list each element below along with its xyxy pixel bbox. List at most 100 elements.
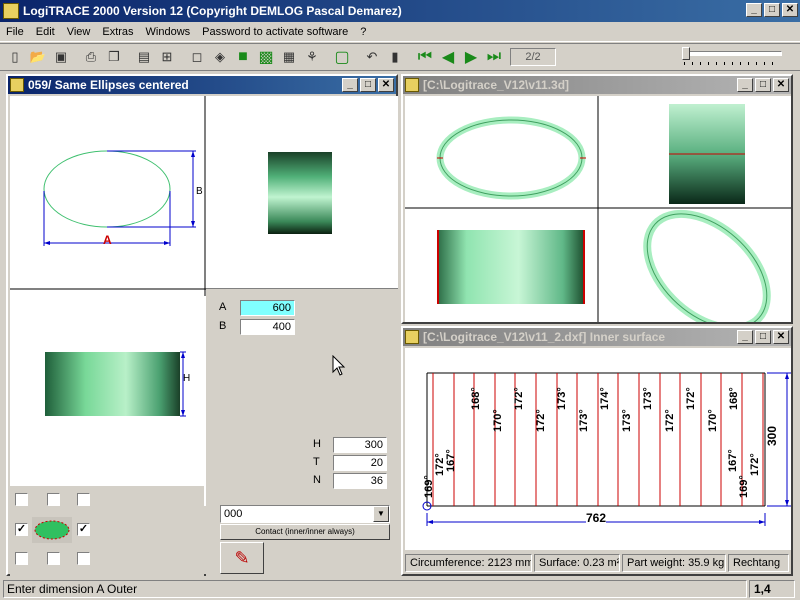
ellipse-outline [43,150,171,228]
close-button[interactable]: ✕ [782,3,798,17]
orientation-panel: ✓ ✓ [10,486,204,576]
info-icon[interactable]: ▮ [384,46,406,68]
dxf-maximize-button[interactable]: □ [755,330,771,344]
menu-view[interactable]: View [61,26,97,38]
checkbox-mid-right[interactable]: ✓ [77,523,90,536]
app-titlebar: LogiTRACE 2000 Version 12 (Copyright DEM… [0,0,800,22]
angle-label: 172° [685,387,697,410]
angle-label: 170° [706,409,719,432]
main-maximize-button[interactable]: □ [360,78,376,92]
zoom-slider[interactable] [682,47,782,67]
angle-label: 173° [556,387,568,410]
3d-view-window: [C:\Logitrace_V12\v11.3d] _ □ ✕ [401,74,793,333]
surface-info: Surface: 0.23 m² [534,554,620,572]
angle-label: 167° [727,449,739,472]
main-drawing-window: 059/ Same Ellipses centered _ □ ✕ A B H … [6,74,398,576]
ellipse-preview-icon [32,517,72,543]
cube-icon[interactable]: ◈ [209,46,231,68]
menu-help[interactable]: ? [354,26,372,38]
label-b: B [219,320,227,332]
dxf-close-button[interactable]: ✕ [773,330,789,344]
label-t: T [313,456,320,468]
main-close-button[interactable]: ✕ [378,78,394,92]
checkbox-mid-left[interactable]: ✓ [15,523,28,536]
dimension-b-input[interactable]: 400 [240,319,295,335]
menu-password[interactable]: Password to activate software [196,26,354,38]
prev-page-icon[interactable]: ◀ [437,46,459,68]
3d-minimize-button[interactable]: _ [737,78,753,92]
main-minimize-button[interactable]: _ [342,78,358,92]
combo-dropdown-icon[interactable]: ▼ [373,506,389,522]
next-page-icon[interactable]: ▶ [460,46,482,68]
solid-cube-icon[interactable]: ▩ [255,46,277,68]
checkbox-bottom-right[interactable] [77,552,90,565]
dxf-window: [C:\Logitrace_V12\v11_2.dxf] Inner surfa… [401,326,793,576]
checkbox-bottom-left[interactable] [15,552,28,565]
status-coords: 1,4 [749,580,795,598]
calculate-icon[interactable]: ✎ [220,542,264,574]
first-page-icon[interactable]: ⏮ [414,46,436,68]
type-combobox[interactable]: 000 ▼ [220,505,390,523]
toolbar: ▯ 📂 ▣ ⎙ ❐ ▤ ⊞ ◻ ◈ ■ ▩ ▦ ⚘ ▢ ↶ ▮ ⏮ ◀ ▶ ⏭ … [0,43,800,71]
window-icon [405,78,419,92]
new-file-icon[interactable]: ▯ [4,46,26,68]
checkbox-bottom-mid[interactable] [47,552,60,565]
curve-icon[interactable]: ↶ [361,46,383,68]
3d-maximize-button[interactable]: □ [755,78,771,92]
menu-edit[interactable]: Edit [30,26,61,38]
dimension-t-input[interactable]: 20 [333,455,387,471]
dimension-a-input[interactable]: 600 [240,300,295,316]
maximize-button[interactable]: □ [764,3,780,17]
zoom-slider-thumb[interactable] [682,47,690,60]
shape-type-info: Rechtang [728,554,789,572]
menu-extras[interactable]: Extras [96,26,139,38]
shaded-cube-icon[interactable]: ■ [232,46,254,68]
dxf-info-bar: Circumference: 2123 mm Surface: 0.23 m² … [405,554,791,572]
dxf-canvas[interactable]: 168° 170° 172° 172° 173° 173° 174° 173° 173° 172°… [405,348,791,550]
contact-button[interactable]: Contact (inner/inner always) [220,524,390,540]
menu-file[interactable]: File [0,26,30,38]
frame-icon[interactable]: ▢ [331,46,353,68]
open-folder-icon[interactable]: 📂 [27,46,49,68]
angle-label: 169° [423,475,435,498]
copy-icon[interactable]: ❐ [103,46,125,68]
angle-label: 172° [749,453,761,476]
label-a: A [219,301,227,313]
mouse-cursor-icon [332,355,346,376]
3d-ring-perspective [643,209,771,333]
dxf-window-title: [C:\Logitrace_V12\v11_2.dxf] Inner surfa… [423,330,666,344]
print-icon[interactable]: ⎙ [80,46,102,68]
dimension-h-input[interactable]: 300 [333,437,387,453]
angle-label: 173° [620,409,633,432]
dim-label-b: B [196,186,203,197]
angle-label: 174° [599,387,611,410]
last-page-icon[interactable]: ⏭ [483,46,505,68]
dim-label-a: A [103,233,112,247]
checkbox-top-right[interactable] [77,493,90,506]
texture-icon[interactable]: ▦ [278,46,300,68]
combo-value: 000 [224,508,243,520]
checkbox-top-mid[interactable] [47,493,60,506]
angle-label: 168° [728,387,740,410]
window-icon [405,330,419,344]
parameter-panel: A 600 B 400 H 300 T 20 N 36 000 ▼ Contac… [206,289,398,576]
menu-windows[interactable]: Windows [140,26,197,38]
angle-label: 172° [663,409,676,432]
width-dimension: 762 [586,511,607,525]
save-icon[interactable]: ▣ [50,46,72,68]
label-h: H [313,438,321,450]
circumference-info: Circumference: 2123 mm [405,554,532,572]
minimize-button[interactable]: _ [746,3,762,17]
wireframe-box-icon[interactable]: ◻ [186,46,208,68]
menubar: File Edit View Extras Windows Password t… [0,22,800,42]
split-view-icon[interactable]: ⊞ [156,46,178,68]
3d-close-button[interactable]: ✕ [773,78,789,92]
weight-info: Part weight: 35.9 kg [622,554,726,572]
checkbox-top-left[interactable] [15,493,28,506]
dimension-n-input[interactable]: 36 [333,473,387,489]
page-view-icon[interactable]: ▤ [133,46,155,68]
dxf-minimize-button[interactable]: _ [737,330,753,344]
tree-icon[interactable]: ⚘ [301,46,323,68]
app-title: LogiTRACE 2000 Version 12 (Copyright DEM… [23,4,402,18]
3d-canvas[interactable] [405,96,791,333]
